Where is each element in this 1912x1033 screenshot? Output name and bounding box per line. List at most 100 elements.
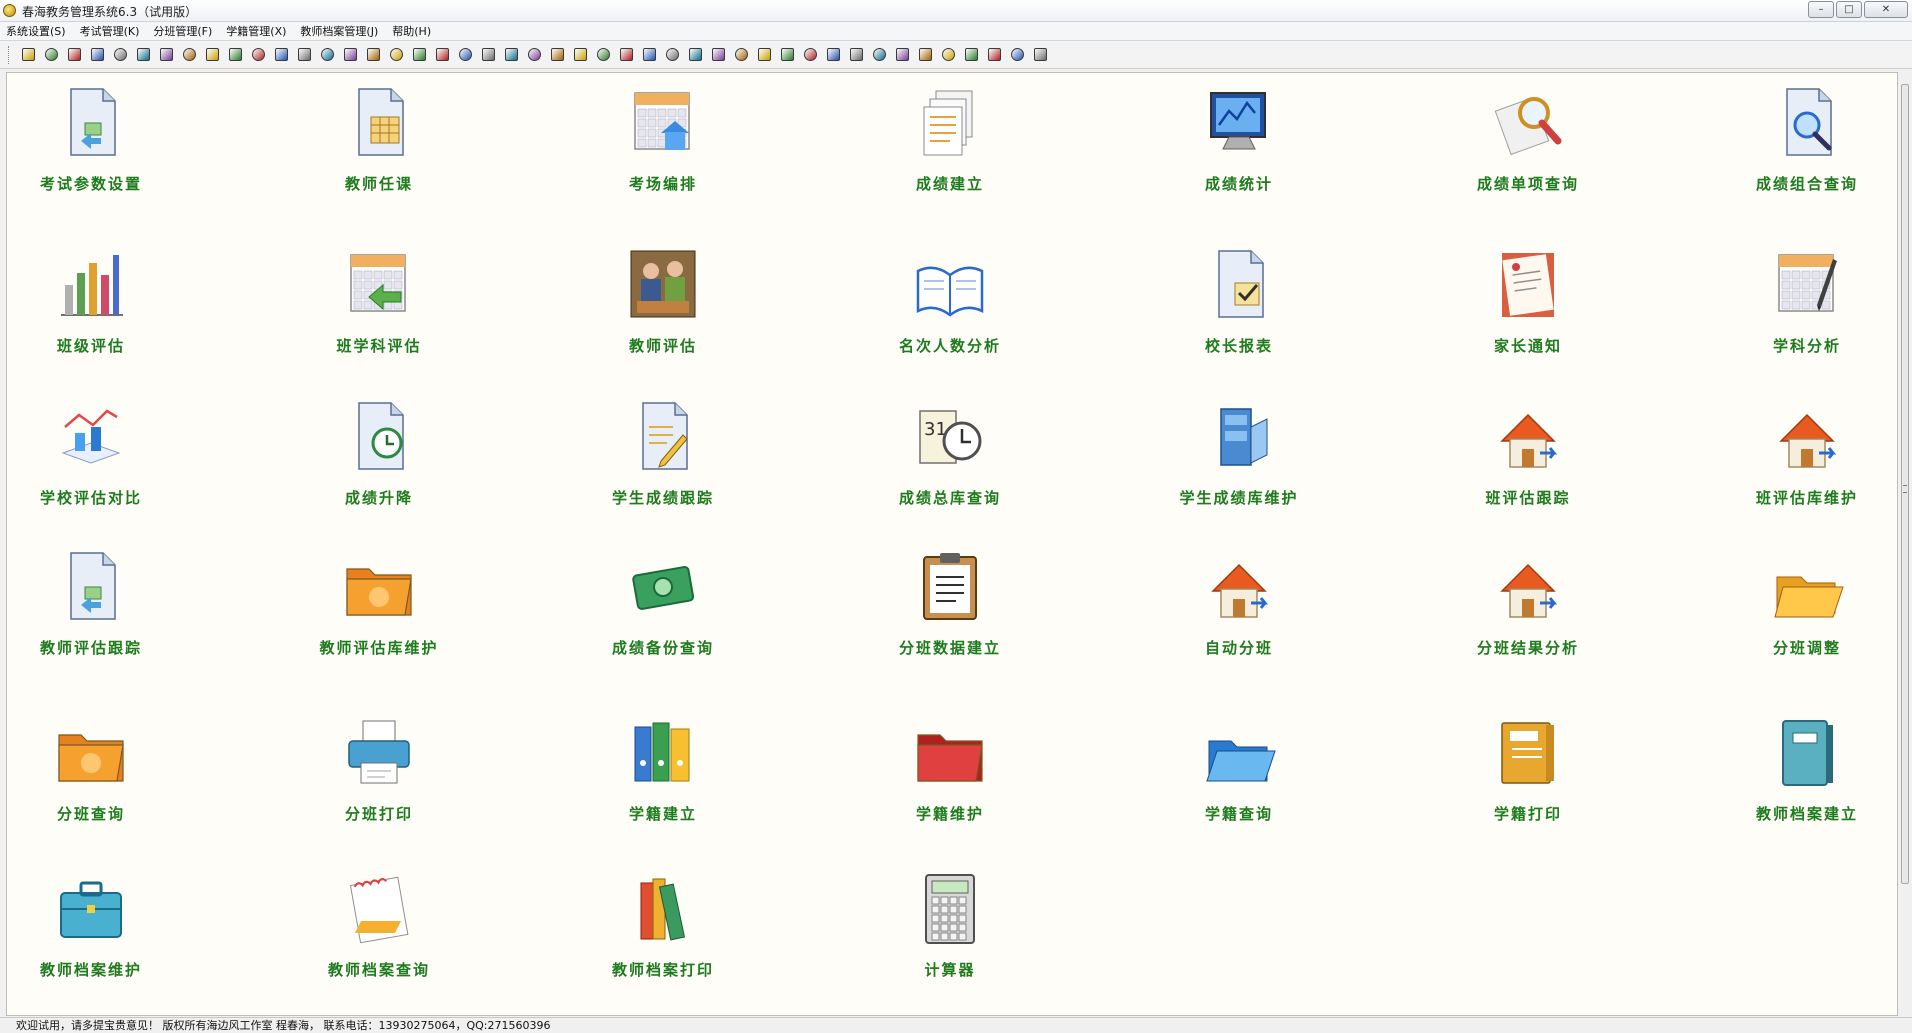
- tile-label[interactable]: 学籍查询: [1205, 803, 1273, 824]
- tile-label[interactable]: 班评估跟踪: [1485, 487, 1570, 508]
- tile-label[interactable]: 成绩组合查询: [1756, 173, 1858, 194]
- menu-student-records[interactable]: 学籍管理(X): [226, 23, 286, 39]
- tile-label[interactable]: 教师评估库维护: [319, 637, 438, 658]
- function-tile[interactable]: 学校评估对比: [7, 397, 181, 527]
- house-arrow-icon[interactable]: [1199, 547, 1279, 627]
- document-magnifier-icon[interactable]: [1767, 83, 1847, 163]
- menu-teacher-files[interactable]: 教师档案管理(J): [300, 23, 378, 39]
- function-tile[interactable]: 学籍维护: [860, 713, 1040, 843]
- function-tile[interactable]: 学生成绩跟踪: [573, 397, 753, 527]
- function-tile[interactable]: 名次人数分析: [860, 245, 1040, 375]
- toolbar-button-3[interactable]: [65, 45, 84, 64]
- tile-label[interactable]: 班级评估: [57, 335, 125, 356]
- function-tile[interactable]: 教师任课: [289, 83, 469, 213]
- toolbar-button-19[interactable]: [433, 45, 452, 64]
- tile-label[interactable]: 计算器: [924, 959, 975, 980]
- toolbar-button-23[interactable]: [525, 45, 544, 64]
- tile-label[interactable]: 成绩升降: [345, 487, 413, 508]
- tile-label[interactable]: 学生成绩库维护: [1179, 487, 1298, 508]
- toolbar-button-5[interactable]: [111, 45, 130, 64]
- house-arrow-icon[interactable]: [1488, 547, 1568, 627]
- toolbar-button-40[interactable]: [916, 45, 935, 64]
- toolbar-button-33[interactable]: [755, 45, 774, 64]
- toolbar-button-41[interactable]: [939, 45, 958, 64]
- function-tile[interactable]: 成绩单项查询: [1438, 83, 1618, 213]
- document-clock-icon[interactable]: [339, 397, 419, 477]
- tile-label[interactable]: 分班查询: [57, 803, 125, 824]
- function-tile[interactable]: 成绩建立: [860, 83, 1040, 213]
- minimize-button[interactable]: –: [1808, 1, 1834, 18]
- tile-label[interactable]: 教师档案维护: [40, 959, 142, 980]
- toolbar-button-29[interactable]: [663, 45, 682, 64]
- toolbar-button-38[interactable]: [870, 45, 889, 64]
- tile-label[interactable]: 学校评估对比: [40, 487, 142, 508]
- toolbar-button-28[interactable]: [640, 45, 659, 64]
- tile-label[interactable]: 成绩单项查询: [1477, 173, 1579, 194]
- toolbar-button-21[interactable]: [479, 45, 498, 64]
- open-folder-icon[interactable]: [1767, 547, 1847, 627]
- tile-label[interactable]: 自动分班: [1205, 637, 1273, 658]
- blue-folder-icon[interactable]: [1199, 713, 1279, 793]
- function-tile[interactable]: 班学科评估: [289, 245, 469, 375]
- tile-label[interactable]: 学籍维护: [916, 803, 984, 824]
- toolbar-button-16[interactable]: [364, 45, 383, 64]
- toolbar-button-1[interactable]: [19, 45, 38, 64]
- toolbar-button-9[interactable]: [203, 45, 222, 64]
- toolbar-button-17[interactable]: [387, 45, 406, 64]
- function-tile[interactable]: 学籍打印: [1438, 713, 1618, 843]
- toolbar-button-37[interactable]: [847, 45, 866, 64]
- document-arrow-icon[interactable]: [51, 547, 131, 627]
- tile-label[interactable]: 成绩建立: [916, 173, 984, 194]
- function-tile[interactable]: 分班调整: [1717, 547, 1897, 677]
- maximize-button[interactable]: □: [1836, 1, 1862, 18]
- magnifier-icon[interactable]: [1488, 83, 1568, 163]
- function-tile[interactable]: 班评估库维护: [1717, 397, 1897, 527]
- toolbar-button-24[interactable]: [548, 45, 567, 64]
- function-tile[interactable]: 教师评估跟踪: [7, 547, 181, 677]
- toolbar-button-32[interactable]: [732, 45, 751, 64]
- toolbar-button-8[interactable]: [180, 45, 199, 64]
- function-tile[interactable]: 成绩升降: [289, 397, 469, 527]
- calendar-arrow-icon[interactable]: [339, 245, 419, 325]
- function-tile[interactable]: 学科分析: [1717, 245, 1897, 375]
- tile-label[interactable]: 考试参数设置: [40, 173, 142, 194]
- tile-label[interactable]: 分班调整: [1773, 637, 1841, 658]
- toolbar-button-14[interactable]: [318, 45, 337, 64]
- function-tile[interactable]: 班级评估: [7, 245, 181, 375]
- function-tile[interactable]: 计算器: [860, 869, 1040, 999]
- tile-label[interactable]: 班评估库维护: [1756, 487, 1858, 508]
- notepad-icon[interactable]: [339, 869, 419, 949]
- tile-label[interactable]: 成绩统计: [1205, 173, 1273, 194]
- function-tile[interactable]: 分班结果分析: [1438, 547, 1618, 677]
- calendar-clock-icon[interactable]: 31: [910, 397, 990, 477]
- function-tile[interactable]: 学籍查询: [1149, 713, 1329, 843]
- file-folder-icon[interactable]: [1488, 713, 1568, 793]
- toolbar-button-27[interactable]: [617, 45, 636, 64]
- function-tile[interactable]: 学籍建立: [573, 713, 753, 843]
- function-tile[interactable]: 分班查询: [7, 713, 181, 843]
- menu-class-division[interactable]: 分班管理(F): [153, 23, 212, 39]
- bar-chart-icon[interactable]: [51, 245, 131, 325]
- tile-label[interactable]: 分班结果分析: [1477, 637, 1579, 658]
- scrollbar-thumb[interactable]: [1901, 84, 1909, 884]
- document-arrow-icon[interactable]: [51, 83, 131, 163]
- menu-exam-management[interactable]: 考试管理(K): [80, 23, 140, 39]
- document-calendar-icon[interactable]: [339, 83, 419, 163]
- toolbar-button-2[interactable]: [42, 45, 61, 64]
- notebook-icon[interactable]: [1767, 713, 1847, 793]
- tile-label[interactable]: 家长通知: [1494, 335, 1562, 356]
- toolbar-button-20[interactable]: [456, 45, 475, 64]
- document-pencil-icon[interactable]: [623, 397, 703, 477]
- toolbar-button-7[interactable]: [157, 45, 176, 64]
- toolbar-button-25[interactable]: [571, 45, 590, 64]
- binders-icon[interactable]: [623, 713, 703, 793]
- close-button[interactable]: ✕: [1864, 1, 1908, 18]
- menu-help[interactable]: 帮助(H): [392, 23, 431, 39]
- line-chart-icon[interactable]: [51, 397, 131, 477]
- toolbar-button-30[interactable]: [686, 45, 705, 64]
- tile-label[interactable]: 教师评估跟踪: [40, 637, 142, 658]
- toolbar-button-26[interactable]: [594, 45, 613, 64]
- clipboard-icon[interactable]: [910, 547, 990, 627]
- tile-label[interactable]: 校长报表: [1205, 335, 1273, 356]
- toolbar-button-36[interactable]: [824, 45, 843, 64]
